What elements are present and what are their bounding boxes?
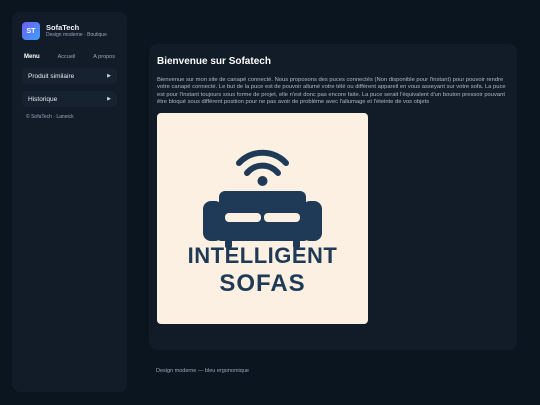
brand-logo: ST: [22, 22, 40, 40]
brand: ST SofaTech Design moderne · Boutique: [22, 22, 117, 40]
sidebar-item-historique[interactable]: Historique ▶: [22, 91, 117, 107]
nav-home-link[interactable]: Accueil: [58, 54, 76, 60]
main-panel: Bienvenue sur Sofatech Bienvenue sur mon…: [149, 44, 517, 350]
sidebar-footer: © SofaTech · Laneick: [26, 114, 74, 120]
hero-title-line2: SOFAS: [219, 270, 306, 298]
top-nav: Menu Accueil A propos: [22, 54, 117, 60]
hero-image: INTELLIGENT SOFAS: [157, 113, 368, 325]
hero-title-line1: INTELLIGENT: [187, 243, 338, 269]
chevron-right-icon: ▶: [107, 73, 111, 79]
sidebar: ST SofaTech Design moderne · Boutique Me…: [12, 12, 127, 392]
brand-text: SofaTech Design moderne · Boutique: [46, 22, 107, 39]
sidebar-item-produit-similaire[interactable]: Produit similaire ▶: [22, 68, 117, 84]
nav-menu[interactable]: Menu: [24, 54, 40, 60]
sidebar-item-label: Historique: [28, 95, 58, 103]
nav-about-link[interactable]: A propos: [93, 54, 115, 60]
page-title: Bienvenue sur Sofatech: [157, 56, 271, 67]
page-footer: Design moderne — bleu ergonomique: [156, 368, 249, 374]
brand-name: SofaTech: [46, 22, 80, 32]
chevron-right-icon: ▶: [107, 96, 111, 102]
page-description: Bienvenue sur mon site de canapé connect…: [157, 77, 506, 106]
brand-subtitle: Design moderne · Boutique: [46, 32, 107, 39]
sidebar-item-label: Produit similaire: [28, 72, 75, 80]
